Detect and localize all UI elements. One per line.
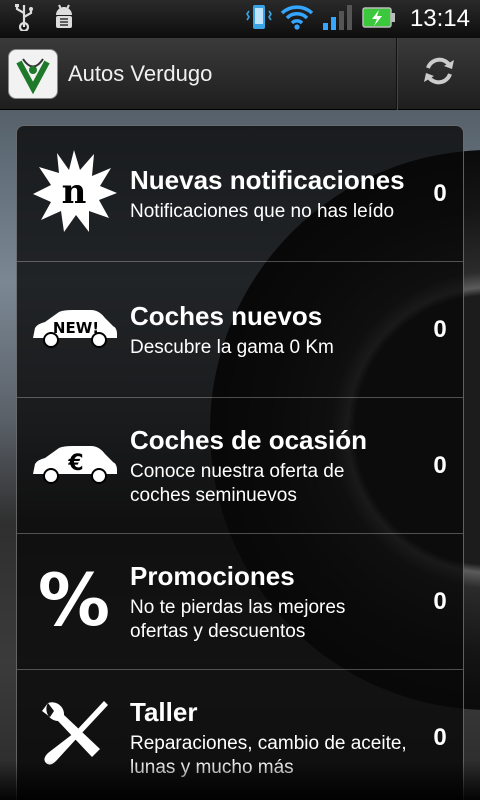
refresh-button[interactable] [396, 37, 480, 110]
menu-item-subtitle: Descubre la gama 0 Km [130, 336, 334, 358]
refresh-icon [419, 51, 459, 96]
android-debug-icon [50, 3, 78, 36]
percent-icon: % [36, 558, 112, 642]
app-bar: Autos Verdugo [0, 37, 480, 110]
menu-item-count: 0 [433, 315, 447, 343]
menu-item-subtitle: Notificaciones que no has leído [130, 200, 395, 222]
status-bar: 13:14 [0, 0, 480, 38]
menu-item-promotions[interactable]: % Promociones No te pierdas las mejores … [17, 534, 463, 670]
menu-item-title: Taller [130, 696, 198, 727]
menu-item-count: 0 [433, 451, 447, 479]
vibrate-phone-icon [245, 3, 272, 36]
menu-item-title: Nuevas notificaciones [130, 164, 405, 195]
notification-icon-letter: n [61, 172, 86, 212]
menu-item-count: 0 [433, 723, 447, 751]
menu-item-new-cars[interactable]: NEW! Coches nuevos Descubre la gama 0 Km… [17, 262, 463, 398]
new-notification-star-icon: n [31, 148, 117, 239]
menu-item-subtitle: Conoce nuestra oferta de coches seminuev… [130, 460, 345, 506]
bottom-fade [0, 760, 480, 800]
wifi-icon [280, 3, 314, 36]
menu-card: n Nuevas notificaciones Notificaciones q… [16, 125, 464, 800]
new-car-icon-label: NEW! [52, 319, 98, 337]
menu-item-title: Coches de ocasión [130, 424, 367, 455]
menu-item-count: 0 [433, 587, 447, 615]
new-car-icon: NEW! [29, 304, 119, 355]
menu-item-count: 0 [433, 179, 447, 207]
menu-item-notifications[interactable]: n Nuevas notificaciones Notificaciones q… [17, 126, 463, 262]
menu-item-title: Coches nuevos [130, 300, 323, 331]
signal-icon [322, 3, 354, 36]
menu-item-title: Promociones [130, 560, 295, 591]
usb-icon [12, 3, 36, 36]
menu-item-subtitle: No te pierdas las mejores ofertas y desc… [130, 596, 346, 642]
menu-item-used-cars[interactable]: € Coches de ocasión Conoce nuestra ofert… [17, 398, 463, 534]
battery-charging-icon [362, 3, 396, 36]
clock: 13:14 [409, 5, 470, 32]
used-car-euro-icon: € [29, 440, 119, 491]
percent-icon-label: % [37, 561, 109, 637]
euro-icon-label: € [67, 451, 83, 476]
app-logo-icon[interactable] [8, 48, 58, 99]
app-title: Autos Verdugo [68, 60, 213, 86]
